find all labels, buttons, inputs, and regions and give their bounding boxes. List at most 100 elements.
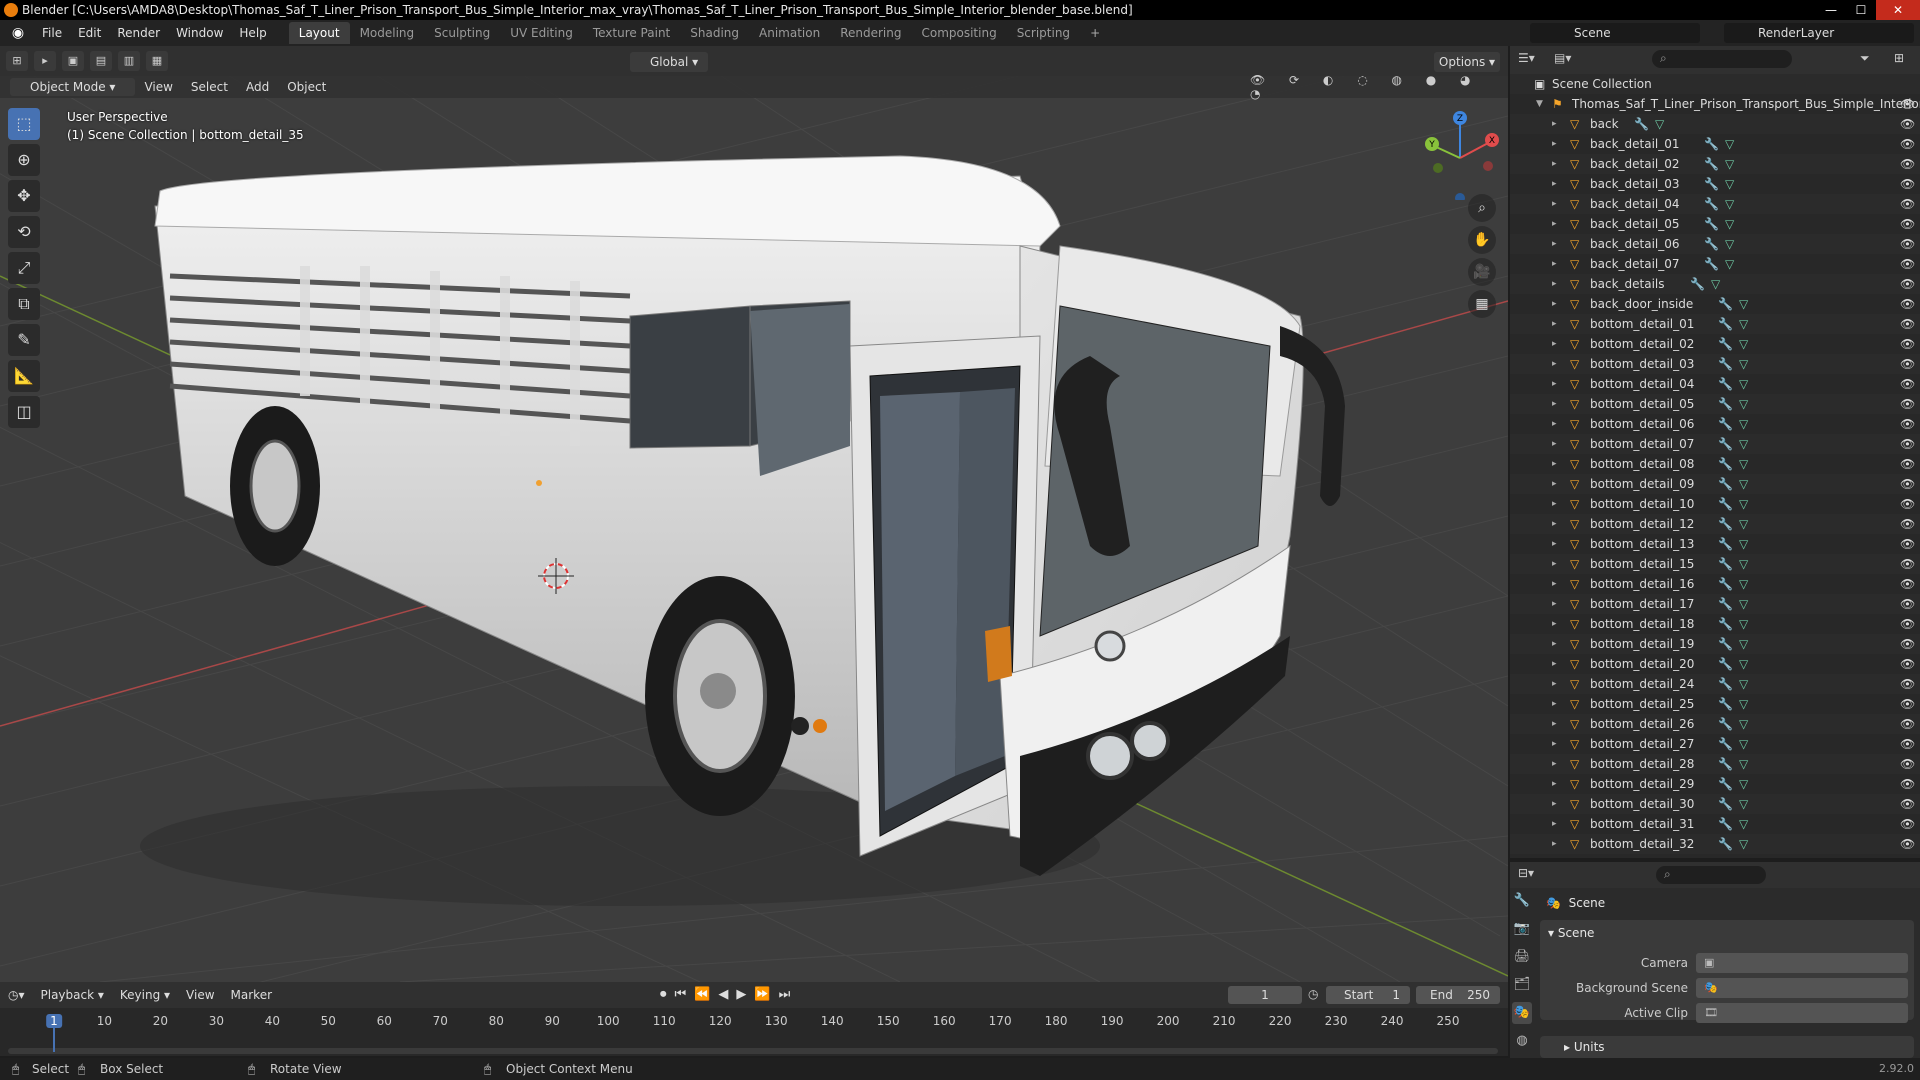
expand-triangle-icon[interactable]: ▸ (1552, 194, 1557, 214)
expand-triangle-icon[interactable]: ▸ (1552, 374, 1557, 394)
visibility-eye-icon[interactable]: 👁 (1900, 674, 1915, 694)
timeline-menu-keying[interactable]: Keying ▾ (112, 988, 178, 1002)
visibility-eye-icon[interactable]: 👁 (1900, 454, 1915, 474)
expand-triangle-icon[interactable]: ▸ (1552, 734, 1557, 754)
outliner-object-row[interactable]: ▸ ▽ bottom_detail_01 🔧▽ 👁 (1510, 314, 1920, 334)
outliner-object-row[interactable]: ▸ ▽ bottom_detail_19 🔧▽ 👁 (1510, 634, 1920, 654)
expand-triangle-icon[interactable]: ▸ (1552, 134, 1557, 154)
select-mode-extend-icon[interactable]: ▤ (90, 51, 112, 71)
annotate-icon[interactable]: ✎ (8, 324, 40, 356)
close-button[interactable]: ✕ (1876, 0, 1920, 20)
outliner-object-row[interactable]: ▸ ▽ bottom_detail_30 🔧▽ 👁 (1510, 794, 1920, 814)
outliner-object-row[interactable]: ▸ ▽ bottom_detail_27 🔧▽ 👁 (1510, 734, 1920, 754)
expand-triangle-icon[interactable]: ▸ (1552, 774, 1557, 794)
tab-uv-editing[interactable]: UV Editing (500, 22, 583, 44)
properties-type-icon[interactable]: ⊟▾ (1518, 866, 1534, 880)
visibility-eye-icon[interactable]: 👁 (1900, 774, 1915, 794)
expand-triangle-icon[interactable]: ▸ (1552, 474, 1557, 494)
expand-triangle-icon[interactable]: ▸ (1552, 814, 1557, 834)
scale-icon[interactable]: ⤢ (8, 252, 40, 284)
expand-triangle-icon[interactable]: ▸ (1552, 214, 1557, 234)
preview-range-icon[interactable]: ◷ (1308, 987, 1318, 1001)
expand-triangle-icon[interactable]: ▸ (1552, 794, 1557, 814)
outliner-root[interactable]: ▣ Scene Collection (1510, 74, 1920, 94)
timeline-area[interactable]: 1 10 20 30 40 50 60 70 80 90 100 110 120 130 140 150 160… (0, 1008, 1508, 1056)
outliner-object-row[interactable]: ▸ ▽ bottom_detail_03 🔧▽ 👁 (1510, 354, 1920, 374)
expand-triangle-icon[interactable]: ▸ (1552, 534, 1557, 554)
visibility-eye-icon[interactable]: 👁 (1900, 574, 1915, 594)
outliner-object-row[interactable]: ▸ ▽ bottom_detail_20 🔧▽ 👁 (1510, 654, 1920, 674)
move-icon[interactable]: ✥ (8, 180, 40, 212)
expand-triangle-icon[interactable]: ▸ (1552, 674, 1557, 694)
visibility-eye-icon[interactable]: 👁 (1900, 614, 1915, 634)
visibility-eye-icon[interactable]: 👁 (1900, 194, 1915, 214)
visibility-eye-icon[interactable]: 👁 (1900, 794, 1915, 814)
world-tab-icon[interactable]: ◍ (1512, 1030, 1532, 1052)
outliner-object-row[interactable]: ▸ ▽ bottom_detail_09 🔧▽ 👁 (1510, 474, 1920, 494)
visibility-eye-icon[interactable]: 👁 (1900, 134, 1915, 154)
visibility-eye-icon[interactable]: 👁 (1900, 694, 1915, 714)
outliner-object-row[interactable]: ▸ ▽ back_door_inside 🔧▽ 👁 (1510, 294, 1920, 314)
expand-triangle-icon[interactable]: ▸ (1552, 314, 1557, 334)
menu-window[interactable]: Window (168, 26, 231, 40)
visibility-eye-icon[interactable]: 👁 (1900, 314, 1915, 334)
timeline-menu-marker[interactable]: Marker (223, 988, 280, 1002)
measure-icon[interactable]: 📐 (8, 360, 40, 392)
visibility-eye-icon[interactable]: 👁 (1900, 294, 1915, 314)
outliner-object-row[interactable]: ▸ ▽ bottom_detail_07 🔧▽ 👁 (1510, 434, 1920, 454)
expand-triangle-icon[interactable]: ▸ (1552, 334, 1557, 354)
outliner-object-row[interactable]: ▸ ▽ bottom_detail_18 🔧▽ 👁 (1510, 614, 1920, 634)
bus-model[interactable] (140, 155, 1345, 906)
play-reverse-icon[interactable]: ◀ (718, 987, 728, 1002)
outliner-object-row[interactable]: ▸ ▽ bottom_detail_13 🔧▽ 👁 (1510, 534, 1920, 554)
outliner-object-row[interactable]: ▸ ▽ bottom_detail_24 🔧▽ 👁 (1510, 674, 1920, 694)
visibility-eye-icon[interactable]: 👁 (1900, 114, 1915, 134)
select-mode-new-icon[interactable]: ▣ (62, 51, 84, 71)
render-tab-icon[interactable]: 📷 (1512, 918, 1532, 940)
outliner-object-row[interactable]: ▸ ▽ bottom_detail_26 🔧▽ 👁 (1510, 714, 1920, 734)
blender-menu-icon[interactable]: ◉ (8, 23, 28, 43)
tab-compositing[interactable]: Compositing (911, 22, 1006, 44)
outliner-object-row[interactable]: ▸ ▽ back_detail_05 🔧▽ 👁 (1510, 214, 1920, 234)
timeline-scrollbar[interactable] (8, 1048, 1498, 1054)
outliner-object-row[interactable]: ▸ ▽ bottom_detail_06 🔧▽ 👁 (1510, 414, 1920, 434)
visibility-eye-icon[interactable]: 👁 (1900, 94, 1915, 114)
rotate-icon[interactable]: ⟲ (8, 216, 40, 248)
options-dropdown[interactable]: Options ▾ (1434, 52, 1500, 72)
expand-triangle-icon[interactable]: ▸ (1552, 514, 1557, 534)
expand-triangle-icon[interactable]: ▸ (1552, 834, 1557, 854)
expand-triangle-icon[interactable]: ▸ (1552, 234, 1557, 254)
outliner-object-row[interactable]: ▸ ▽ bottom_detail_17 🔧▽ 👁 (1510, 594, 1920, 614)
outliner-object-row[interactable]: ▸ ▽ bottom_detail_08 🔧▽ 👁 (1510, 454, 1920, 474)
visibility-eye-icon[interactable]: 👁 (1900, 514, 1915, 534)
navigation-gizmo[interactable]: Z X Y (1420, 110, 1500, 200)
next-keyframe-icon[interactable]: ⏩ (754, 987, 770, 1002)
visibility-eye-icon[interactable]: 👁 (1900, 494, 1915, 514)
outliner-object-row[interactable]: ▸ ▽ back_detail_07 🔧▽ 👁 (1510, 254, 1920, 274)
visibility-eye-icon[interactable]: 👁 (1900, 214, 1915, 234)
zoom-icon[interactable]: ⌕ (1468, 194, 1496, 222)
outliner-object-row[interactable]: ▸ ▽ bottom_detail_25 🔧▽ 👁 (1510, 694, 1920, 714)
tab-texture-paint[interactable]: Texture Paint (583, 22, 680, 44)
tab-modeling[interactable]: Modeling (350, 22, 425, 44)
expand-triangle-icon[interactable]: ▸ (1552, 294, 1557, 314)
outliner-object-row[interactable]: ▸ ▽ back_detail_01 🔧▽ 👁 (1510, 134, 1920, 154)
new-collection-icon[interactable]: ⊞ (1894, 51, 1904, 65)
menu-help[interactable]: Help (231, 26, 274, 40)
filter-icon[interactable]: ⏷ (1860, 51, 1870, 66)
expand-triangle-icon[interactable]: ▸ (1552, 754, 1557, 774)
start-frame-field[interactable]: Start 1 (1326, 986, 1410, 1004)
expand-triangle-icon[interactable]: ▸ (1552, 154, 1557, 174)
add-workspace-button[interactable]: + (1080, 22, 1110, 44)
select-mode-invert-icon[interactable]: ▦ (146, 51, 168, 71)
cursor-icon[interactable]: ⊕ (8, 144, 40, 176)
visibility-eye-icon[interactable]: 👁 (1900, 534, 1915, 554)
viewport-menu-add[interactable]: Add (237, 80, 278, 94)
viewport-menu-view[interactable]: View (135, 80, 181, 94)
menu-render[interactable]: Render (109, 26, 168, 40)
visibility-eye-icon[interactable]: 👁 (1900, 734, 1915, 754)
visibility-eye-icon[interactable]: 👁 (1900, 654, 1915, 674)
object-mode-dropdown[interactable]: Object Mode ▾ (10, 78, 136, 96)
editor-type-icon[interactable]: ⊞ (6, 51, 28, 71)
transform-icon[interactable]: ⧉ (8, 288, 40, 320)
